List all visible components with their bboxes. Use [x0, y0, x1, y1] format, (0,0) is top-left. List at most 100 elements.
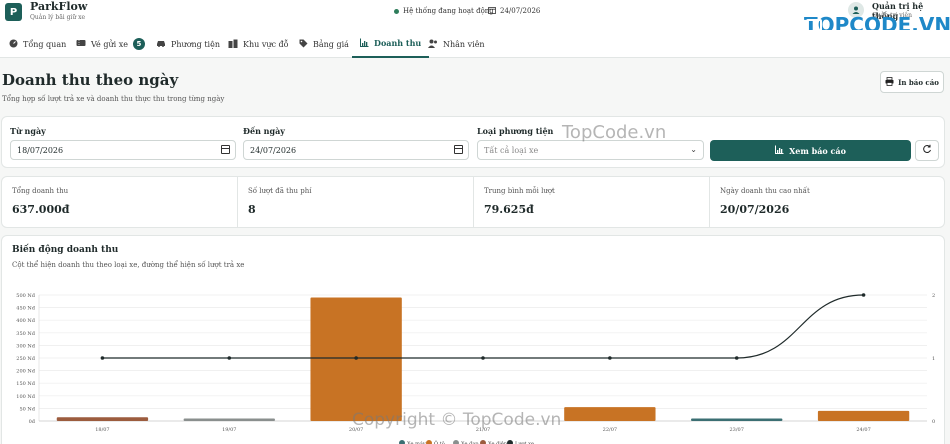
y-tick-label: 400 Nđ [16, 318, 36, 324]
line-point [861, 293, 866, 297]
x-tick-label: 24/07 [856, 427, 870, 433]
legend-label: Xe máy [407, 440, 426, 444]
y-tick-label: 250 Nđ [16, 356, 36, 362]
x-tick-label: 19/07 [222, 427, 236, 433]
tab-parking-areas[interactable]: Khu vực đỗ [228, 30, 289, 58]
y-tick-label: 50 Nđ [19, 406, 35, 412]
y-tick-label: 150 Nđ [16, 381, 36, 387]
filter-panel: Từ ngày 18/07/2026 Đến ngày 24/07/2026 L… [1, 116, 945, 168]
stat-value: 79.625đ [484, 203, 534, 216]
tab-vehicles[interactable]: Phương tiện [156, 30, 220, 58]
to-date-label: Đến ngày [243, 126, 285, 136]
y-tick-label: 100 Nđ [16, 394, 36, 400]
stats-panel: Tổng doanh thu 637.000đ Số lượt đã thu p… [1, 176, 945, 228]
line-point [227, 356, 232, 360]
calendar-icon [488, 6, 496, 16]
gauge-icon [9, 39, 18, 50]
x-tick-label: 23/07 [730, 427, 744, 433]
current-date: 24/07/2026 [488, 6, 540, 16]
tag-icon [299, 39, 308, 50]
system-status: Hệ thống đang hoạt động [394, 7, 494, 15]
stat-label: Số lượt đã thu phí [248, 187, 312, 195]
from-date-value: 18/07/2026 [17, 145, 64, 155]
print-label: In báo cáo [898, 77, 939, 87]
tab-revenue[interactable]: Doanh thu [352, 30, 430, 58]
stat-value: 637.000đ [12, 203, 70, 216]
tab-tickets[interactable]: Vé gửi xe 5 [76, 30, 145, 58]
status-text: Hệ thống đang hoạt động [403, 7, 494, 15]
refresh-button[interactable] [915, 140, 939, 161]
legend-label: Xe điện [488, 440, 508, 444]
y-tick-label: 200 Nđ [16, 369, 36, 375]
legend-marker [507, 440, 513, 444]
page-title: Doanh thu theo ngày [2, 71, 179, 89]
watermark-mid: TopCode.vn [562, 122, 667, 143]
tab-label: Tổng quan [23, 39, 67, 49]
view-report-button[interactable]: Xem báo cáo [710, 140, 911, 161]
stat-average: Trung bình mỗi lượt 79.625đ [474, 177, 710, 227]
line-series [102, 294, 864, 359]
tab-label: Doanh thu [374, 38, 422, 48]
refresh-icon [922, 144, 932, 157]
bar [564, 407, 656, 421]
y2-tick-label: 1 [932, 356, 935, 362]
chart-icon [775, 145, 784, 156]
legend-marker [426, 440, 432, 444]
from-date-label: Từ ngày [10, 126, 46, 136]
bar [183, 418, 275, 421]
y-tick-label: 300 Nđ [16, 343, 36, 349]
to-date-input[interactable]: 24/07/2026 [243, 140, 469, 160]
chevron-down-icon: ⌄ [690, 145, 697, 154]
date-text: 24/07/2026 [500, 7, 541, 15]
line-point [608, 356, 612, 360]
tab-staff[interactable]: Nhân viên [428, 30, 485, 58]
stat-label: Trung bình mỗi lượt [484, 187, 555, 195]
x-tick-label: 18/07 [95, 427, 109, 433]
tab-label: Phương tiện [171, 39, 220, 49]
brand-name[interactable]: ParkFlow [30, 0, 87, 13]
car-icon [156, 39, 166, 49]
stat-label: Ngày doanh thu cao nhất [720, 187, 810, 195]
vehicle-type-value: Tất cả loại xe [484, 145, 539, 155]
brand-subtitle: Quản lý bãi giữ xe [30, 14, 86, 21]
legend-label: Ô tô [434, 439, 445, 444]
view-report-label: Xem báo cáo [789, 145, 846, 156]
calendar-icon[interactable] [454, 145, 463, 154]
y-tick-label: 0đ [29, 419, 36, 425]
main-nav: Tổng quan Vé gửi xe 5 Phương tiện Khu vự… [0, 30, 950, 58]
stat-label: Tổng doanh thu [12, 187, 69, 195]
page-subtitle: Tổng hợp số lượt trả xe và doanh thu thự… [2, 95, 225, 103]
stat-top-day: Ngày doanh thu cao nhất 20/07/2026 [710, 177, 944, 227]
bar [817, 410, 910, 421]
tab-label: Nhân viên [443, 39, 485, 49]
vehicle-type-select[interactable]: Tất cả loại xe ⌄ [477, 140, 704, 160]
line-point [100, 356, 105, 360]
from-date-input[interactable]: 18/07/2026 [10, 140, 236, 160]
stat-paid-count: Số lượt đã thu phí 8 [238, 177, 474, 227]
bar [56, 417, 149, 421]
print-report-button[interactable]: In báo cáo [880, 71, 944, 93]
status-dot-icon [394, 8, 399, 14]
line-point [481, 356, 485, 360]
legend-marker [453, 440, 459, 444]
tab-overview[interactable]: Tổng quan [9, 30, 66, 58]
y2-tick-label: 0 [932, 419, 935, 425]
tab-pricing[interactable]: Bảng giá [299, 30, 349, 58]
stat-total-revenue: Tổng doanh thu 637.000đ [2, 177, 238, 227]
x-tick-label: 22/07 [603, 427, 617, 433]
tab-label: Vé gửi xe [91, 39, 128, 49]
stat-value: 8 [248, 203, 256, 216]
brand-logo-icon[interactable]: P [5, 3, 22, 21]
stat-value: 20/07/2026 [720, 203, 790, 216]
line-point [734, 356, 739, 360]
line-point [354, 356, 358, 360]
vehicle-type-label: Loại phương tiện [477, 126, 554, 136]
tab-label: Khu vực đỗ [243, 39, 289, 49]
to-date-value: 24/07/2026 [250, 145, 297, 155]
y-tick-label: 500 Nđ [16, 293, 36, 299]
legend-marker [399, 440, 405, 444]
calendar-icon[interactable] [221, 145, 230, 154]
bar [691, 418, 783, 421]
y-tick-label: 450 Nđ [16, 306, 36, 312]
printer-icon [885, 76, 894, 88]
